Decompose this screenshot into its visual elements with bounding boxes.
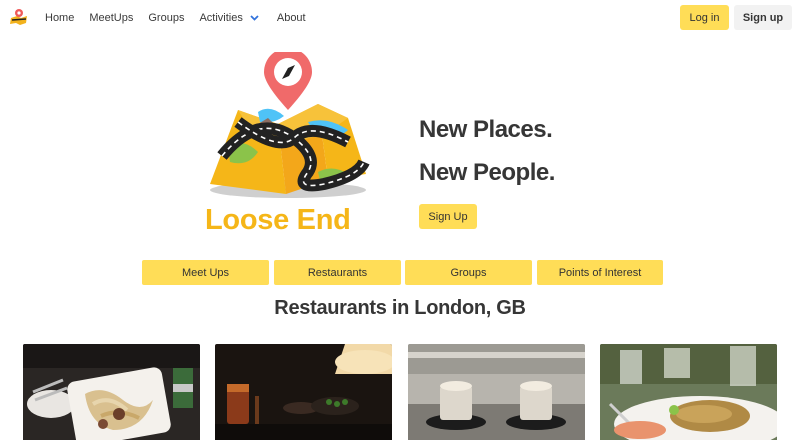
restaurant-card[interactable] <box>408 344 585 440</box>
points-of-interest-category-button[interactable]: Points of Interest <box>537 260 663 285</box>
map-pin-illustration <box>210 52 370 198</box>
nav-meetups-link[interactable]: MeetUps <box>89 12 133 24</box>
signup-button[interactable]: Sign up <box>734 5 792 30</box>
top-navbar: Home MeetUps Groups Activities About Log… <box>0 0 800 36</box>
chevron-down-icon <box>250 15 259 21</box>
meetups-category-button[interactable]: Meet Ups <box>142 260 269 285</box>
nav-activities-label: Activities <box>199 12 243 24</box>
restaurant-card[interactable] <box>23 344 200 440</box>
restaurants-category-button[interactable]: Restaurants <box>274 260 401 285</box>
nav-about-link[interactable]: About <box>277 12 306 24</box>
restaurant-card[interactable] <box>215 344 392 440</box>
tagline-new-people: New People. <box>419 159 555 186</box>
groups-category-button[interactable]: Groups <box>405 260 532 285</box>
coffee-cups-photo <box>408 344 585 440</box>
nav-home-link[interactable]: Home <box>45 12 74 24</box>
plated-food-photo <box>600 344 777 440</box>
login-button[interactable]: Log in <box>680 5 729 30</box>
dark-bar-drinks-photo <box>215 344 392 440</box>
hero-signup-button[interactable]: Sign Up <box>419 204 477 229</box>
tagline-new-places: New Places. <box>419 116 553 143</box>
brand-name: Loose End <box>205 204 351 236</box>
loose-end-logo-icon[interactable] <box>9 8 29 26</box>
nav-activities-dropdown[interactable]: Activities <box>199 12 259 24</box>
nav-groups-link[interactable]: Groups <box>148 12 184 24</box>
restaurant-card[interactable] <box>600 344 777 440</box>
noodle-dish-photo <box>23 344 200 440</box>
section-title: Restaurants in London, GB <box>274 297 526 319</box>
nav-links: Home MeetUps Groups Activities About <box>45 0 306 36</box>
